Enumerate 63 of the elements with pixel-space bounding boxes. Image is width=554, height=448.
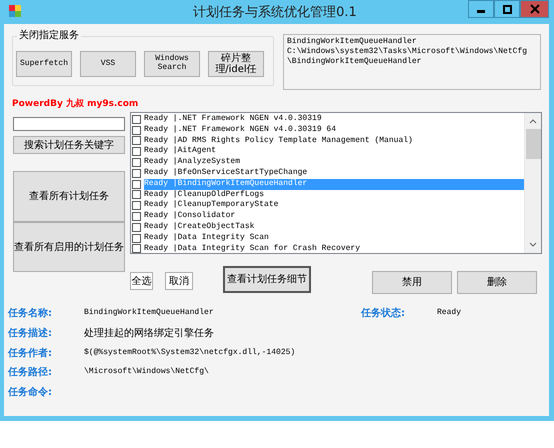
close-button[interactable]	[520, 0, 549, 18]
service-button[interactable]: Windows Search	[144, 51, 200, 77]
scroll-down-icon[interactable]	[529, 242, 537, 248]
task-path-value: \Microsoft\Windows\NetCfg\	[84, 366, 209, 378]
cancel-button[interactable]: 取消	[165, 272, 193, 290]
checkbox[interactable]	[132, 190, 141, 200]
checkbox[interactable]	[132, 158, 141, 168]
checkbox[interactable]	[132, 126, 141, 135]
maximize-icon	[502, 4, 512, 14]
task-item[interactable]: Ready |CleanupTemporaryState	[144, 200, 524, 212]
task-item[interactable]: Ready |Consolidator	[144, 211, 524, 222]
view-all-button[interactable]: 查看所有计划任务	[13, 171, 125, 222]
field-label: 任务描述:	[8, 326, 53, 340]
task-author-value: $(@%systemRoot%\System32\netcfgx.dll,-14025)	[84, 347, 296, 359]
task-item[interactable]: Ready |.NET Framework NGEN v4.0.30319 64	[144, 124, 524, 136]
task-item[interactable]: Ready |AitAgent	[144, 146, 524, 158]
task-item[interactable]: Ready |Data Integrity Scan for Crash Recovery	[144, 244, 524, 254]
task-item[interactable]: Ready |BfeOnServiceStartTypeChange	[144, 168, 524, 179]
maximize-button[interactable]	[494, 0, 520, 18]
scroll-up-icon[interactable]	[529, 118, 537, 124]
checkbox[interactable]	[132, 147, 141, 156]
task-description-value: 处理挂起的网络绑定引擎任务	[84, 326, 214, 340]
task-item[interactable]: Ready |CreateObjectTask	[144, 222, 524, 233]
checkbox[interactable]	[132, 222, 141, 232]
checkbox[interactable]	[132, 168, 141, 178]
delete-button[interactable]: 删除	[457, 271, 537, 294]
close-icon	[530, 4, 540, 14]
search-button[interactable]: 搜索计划任务关键字	[13, 136, 125, 154]
window-title: 计划任务与系统优化管理0.1	[192, 4, 358, 22]
task-item[interactable]: Ready |.NET Framework NGEN v4.0.30319	[144, 114, 524, 125]
disable-button[interactable]: 禁用	[372, 271, 452, 294]
search-field[interactable]	[13, 117, 125, 131]
field-label: 任务作者:	[8, 346, 53, 360]
group-legend: 关闭指定服务	[17, 30, 81, 42]
details-button[interactable]: 查看计划任务细节	[223, 266, 311, 293]
task-name-value: BindingWorkItemQueueHandler	[84, 307, 215, 319]
task-item[interactable]: Ready |AD RMS Rights Policy Template Management (Manual)	[144, 136, 524, 146]
checkbox[interactable]	[132, 201, 141, 210]
task-item[interactable]: Ready |CleanupOldPerfLogs	[144, 190, 524, 200]
checkbox[interactable]	[132, 180, 141, 189]
checkbox[interactable]	[132, 114, 141, 124]
checkbox[interactable]	[132, 136, 141, 146]
task-item[interactable]: Ready |AnalyzeSystem	[144, 157, 524, 168]
service-button[interactable]: 碎片整理/idel任	[208, 51, 264, 77]
select-all-button[interactable]: 全选	[130, 272, 153, 290]
service-button[interactable]: Superfetch	[16, 51, 72, 77]
field-label: 任务路径:	[8, 366, 53, 380]
scroll-thumb[interactable]	[526, 129, 540, 159]
checkbox[interactable]	[132, 234, 141, 243]
minimize-button[interactable]	[468, 0, 494, 18]
view-enabled-button[interactable]: 查看所有启用的计划任务	[13, 222, 125, 272]
checkbox[interactable]	[132, 244, 141, 254]
scrollbar[interactable]	[524, 113, 541, 253]
path-textbox[interactable]: BindingWorkItemQueueHandler C:\Windows\system32\Tasks\Microsoft\Windows\NetCfg \BindingWorkItemQueueHandler	[283, 34, 541, 90]
field-label: 任务状态:	[361, 306, 406, 320]
checkbox[interactable]	[132, 212, 141, 222]
field-label: 任务命令:	[8, 386, 53, 400]
credit-text: PowerdBy 九叔 my9s.com	[12, 98, 140, 110]
app-icon	[8, 4, 22, 18]
field-label: 任务名称:	[8, 306, 53, 320]
task-item[interactable]: Ready |Data Integrity Scan	[144, 232, 524, 244]
task-status-value: Ready	[437, 307, 462, 319]
service-button[interactable]: VSS	[80, 51, 136, 77]
